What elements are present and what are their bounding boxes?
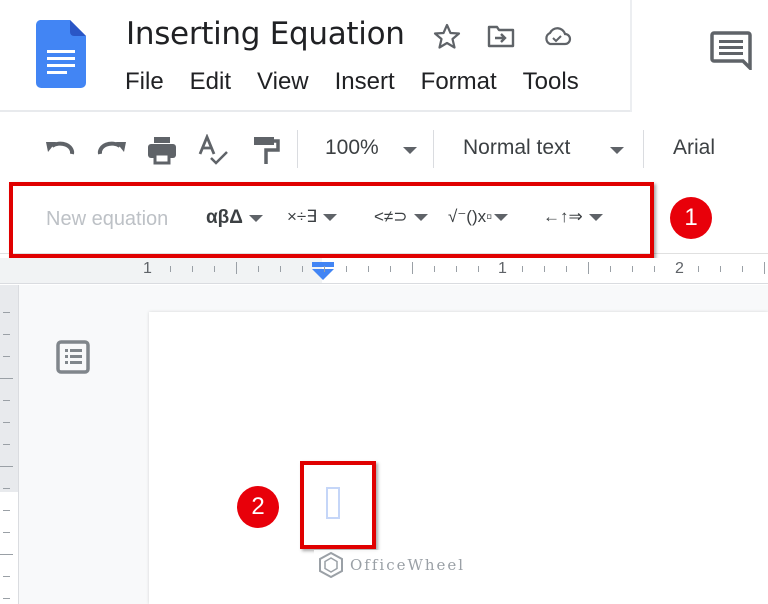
menu-insert[interactable]: Insert [335,68,395,96]
step-badge-1: 1 [670,197,712,239]
ruler-tick [544,266,545,272]
ruler-tick [346,266,347,272]
ruler-tick [324,266,325,272]
comments-icon[interactable] [710,30,752,70]
ruler-tick [698,266,699,272]
equation-box-highlight [300,461,376,549]
ruler-tick [390,266,391,272]
paint-format-icon[interactable] [250,134,282,166]
ruler-tick [412,262,413,274]
vertical-ruler-tick [0,466,13,467]
equation-toolbar-highlight [9,182,654,258]
toolbar-divider [297,130,298,168]
ruler-tick [764,262,765,274]
ruler-tick [368,266,369,272]
vertical-ruler-tick [3,598,10,599]
vertical-ruler-tick [3,400,10,401]
vertical-ruler-tick [3,422,10,423]
toolbar-divider [643,130,644,168]
style-select[interactable]: Normal text [463,136,570,160]
vertical-ruler-tick [3,532,10,533]
ruler-tick [522,266,523,272]
redo-icon[interactable] [96,134,128,166]
star-icon[interactable] [432,22,462,50]
ruler-tick [610,266,611,272]
vertical-ruler-tick [3,356,10,357]
ruler-tick [258,266,259,272]
ruler-tick [654,266,655,272]
menu-edit[interactable]: Edit [190,68,231,96]
menu-tools[interactable]: Tools [523,68,579,96]
officewheel-logo-icon [319,552,343,578]
google-docs-window: Inserting Equation File Edit View Insert… [0,0,768,604]
document-outline-icon[interactable] [56,340,90,374]
vertical-ruler-tick [3,444,10,445]
indent-marker-icon[interactable] [312,262,334,280]
ruler-tick [302,266,303,272]
ruler-tick [434,266,435,272]
print-icon[interactable] [146,134,178,166]
spellcheck-icon[interactable] [197,134,229,166]
vertical-ruler-content [0,492,19,604]
watermark: OfficeWheel [314,550,470,580]
vertical-ruler-tick [0,378,13,379]
ruler-tick [478,266,479,272]
menu-format[interactable]: Format [421,68,497,96]
ruler-label: 2 [675,260,684,277]
font-select[interactable]: Arial [673,136,715,160]
ruler-tick [742,266,743,272]
ruler-tick [720,266,721,272]
vertical-ruler-tick [0,554,13,555]
ruler-tick [192,266,193,272]
vertical-ruler-tick [3,510,10,511]
move-to-folder-icon[interactable] [486,22,516,50]
ruler-tick [632,266,633,272]
menu-file[interactable]: File [125,68,164,96]
ruler-label: 1 [143,260,152,277]
toolbar-divider [433,130,434,168]
zoom-select[interactable]: 100% [325,136,379,160]
document-title[interactable]: Inserting Equation [126,16,405,52]
docs-logo-icon[interactable] [36,20,86,88]
watermark-text: OfficeWheel [350,556,466,574]
zoom-caret-icon[interactable] [403,147,417,154]
cloud-saved-icon[interactable] [542,22,572,50]
ruler-tick [588,262,589,274]
ruler-tick [456,266,457,272]
undo-icon[interactable] [44,134,76,166]
ruler-tick [214,266,215,272]
ruler-tick [566,266,567,272]
vertical-ruler-tick [3,576,10,577]
menu-view[interactable]: View [257,68,309,96]
step-badge-2: 2 [237,486,279,528]
ruler-label: 1 [498,260,507,277]
ruler-tick [236,262,237,274]
menu-bar: File Edit View Insert Format Tools [125,68,605,96]
ruler-tick [280,266,281,272]
style-caret-icon[interactable] [610,147,624,154]
vertical-ruler-tick [3,312,10,313]
vertical-ruler-tick [3,488,10,489]
vertical-ruler-tick [3,334,10,335]
ruler-tick [170,266,171,272]
ruler-content-area [322,258,768,284]
